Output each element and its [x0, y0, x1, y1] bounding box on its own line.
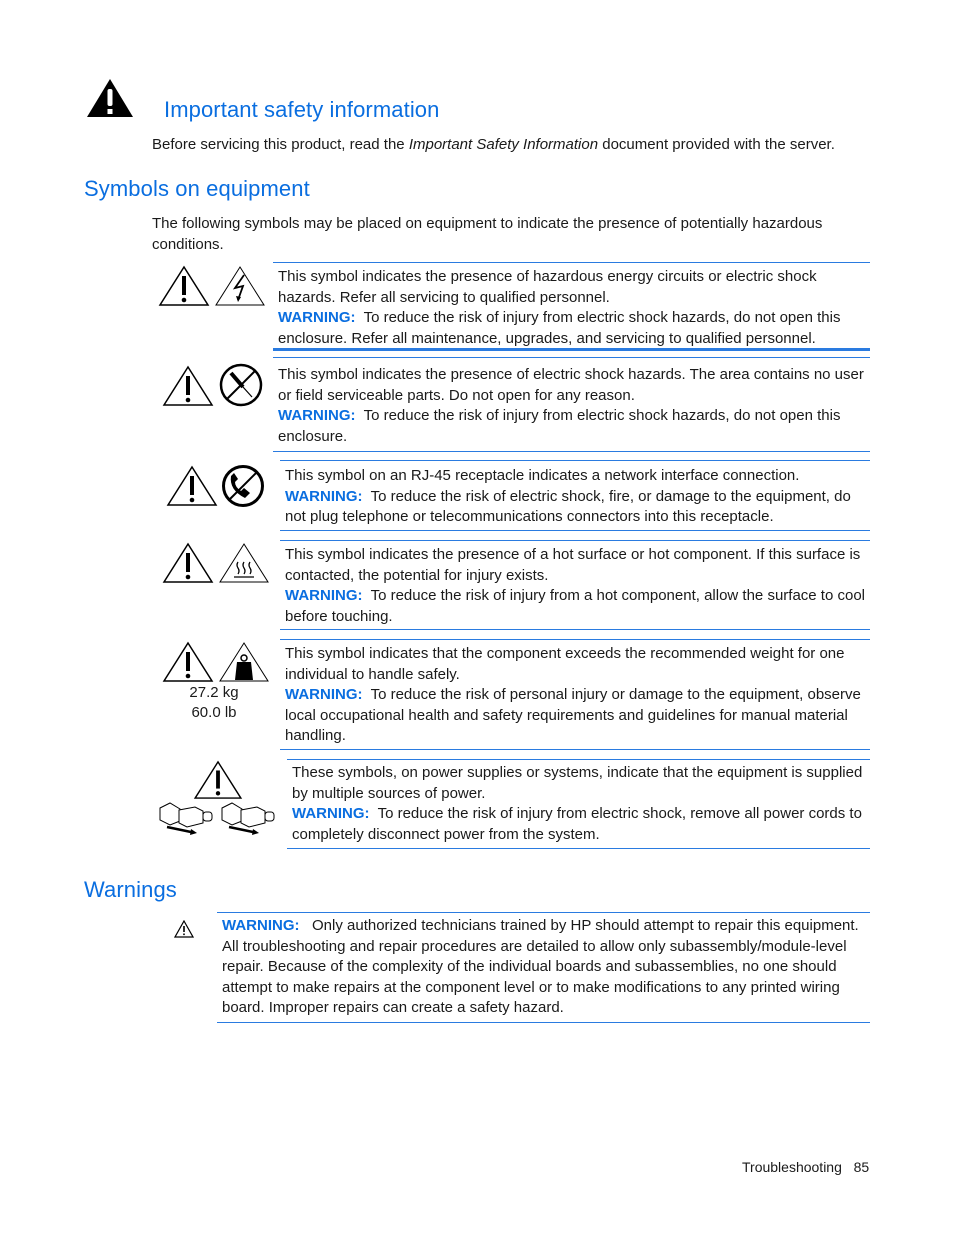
symbol-row-4-text: This symbol indicates the presence of a …: [280, 540, 870, 630]
symbols-heading: Symbols on equipment: [84, 176, 310, 201]
warning-label: WARNING:: [285, 686, 363, 703]
power-cord-unplug-icon: [159, 802, 213, 835]
symbol-row-1-text: This symbol indicates the presence of ha…: [273, 262, 870, 351]
important-safety-text: Before servicing this product, read the …: [152, 135, 872, 156]
heavy-weight-icon: [219, 642, 269, 682]
weight-lb: 60.0 lb: [191, 704, 237, 721]
no-telephone-icon: [222, 465, 264, 507]
hot-surface-icon: [219, 543, 269, 583]
page-number: 85: [853, 1159, 870, 1175]
caution-triangle-icon: [193, 760, 243, 799]
important-text-pre: Before servicing this product, read the: [152, 136, 409, 153]
symbol-row-1-icons: [158, 265, 268, 310]
symbol-row-4-icons: [162, 542, 272, 587]
caution-triangle-icon: [166, 465, 218, 506]
power-cord-unplug-icon: [221, 802, 275, 835]
symbol-warning: To reduce the risk of injury from a hot …: [285, 587, 865, 625]
weight-kg: 27.2 kg: [189, 684, 239, 701]
electric-shock-triangle-icon: [215, 266, 265, 306]
symbols-intro: The following symbols may be placed on e…: [152, 215, 823, 253]
no-tools-icon: [219, 363, 263, 407]
symbol-row-2-text: This symbol indicates the presence of el…: [273, 357, 870, 452]
page-footer: Troubleshooting 85: [742, 1159, 869, 1175]
important-text-post: document provided with the server.: [598, 136, 835, 153]
symbol-row-5-text: This symbol indicates that the component…: [280, 639, 870, 750]
symbol-description: These symbols, on power supplies or syst…: [292, 764, 863, 802]
warnings-text: Only authorized technicians trained by H…: [222, 917, 859, 1016]
symbol-warning: To reduce the risk of injury from electr…: [278, 309, 841, 347]
symbol-warning: To reduce the risk of personal injury or…: [285, 686, 861, 744]
symbol-description: This symbol indicates that the component…: [285, 645, 845, 683]
caution-triangle-icon: [162, 542, 214, 583]
warning-label: WARNING:: [285, 487, 363, 505]
caution-triangle-icon: [162, 641, 214, 682]
symbol-row-6-icons: [155, 760, 280, 840]
symbol-description: This symbol on an RJ-45 receptacle indic…: [285, 467, 800, 484]
important-safety-heading: Important safety information: [164, 97, 440, 122]
footer-section: Troubleshooting: [742, 1159, 842, 1175]
symbol-row-2-icons: [162, 362, 272, 410]
symbol-description: This symbol indicates the presence of el…: [278, 366, 864, 404]
warning-triangle-icon: [173, 919, 195, 943]
warnings-heading: Warnings: [84, 877, 177, 902]
warning-label: WARNING:: [278, 309, 356, 326]
symbol-row-6-text: These symbols, on power supplies or syst…: [287, 759, 870, 849]
important-safety-warning-icon: [86, 78, 134, 123]
warnings-block: WARNING: Only authorized technicians tra…: [217, 912, 870, 1023]
warning-label: WARNING:: [278, 407, 356, 424]
warning-label: WARNING:: [292, 805, 370, 822]
symbol-warning: To reduce the risk of electric shock, fi…: [285, 487, 851, 526]
symbol-row-5-icons: [162, 641, 272, 686]
warning-label: WARNING:: [285, 587, 363, 604]
warning-label: WARNING:: [222, 917, 300, 934]
caution-triangle-icon: [158, 265, 210, 306]
caution-triangle-icon: [162, 365, 214, 406]
symbol-warning: To reduce the risk of injury from electr…: [292, 805, 862, 843]
symbol-row-3-icons: [166, 462, 276, 510]
important-doc-title: Important Safety Information: [408, 136, 599, 153]
symbol-row-3-text: This symbol on an RJ-45 receptacle indic…: [280, 460, 870, 531]
symbol-description: This symbol indicates the presence of ha…: [278, 268, 817, 306]
symbol-description: This symbol indicates the presence of a …: [285, 546, 861, 584]
symbol-warning: To reduce the risk of injury from electr…: [278, 407, 841, 445]
